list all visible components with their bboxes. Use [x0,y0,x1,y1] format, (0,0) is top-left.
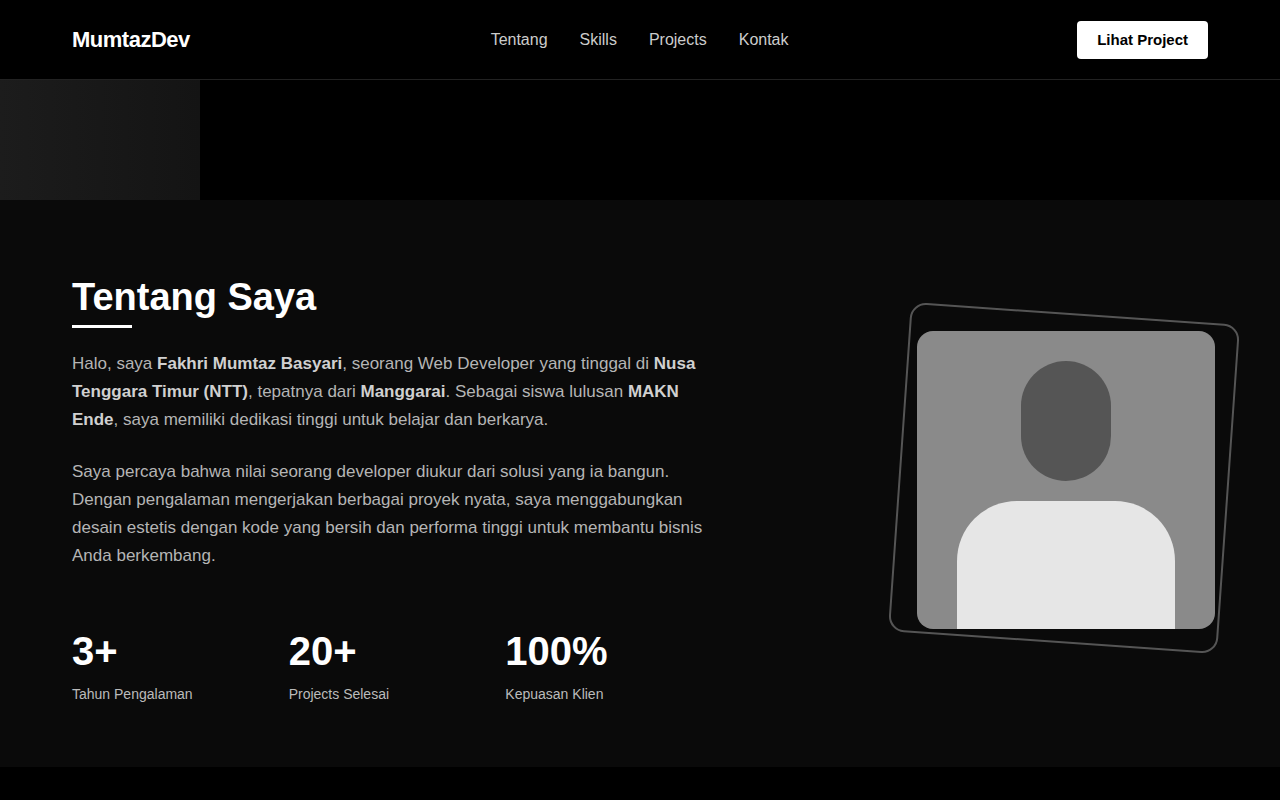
page: MumtazDev Tentang Skills Projects Kontak Li… [0,0,1280,800]
stat-value: 100% [505,628,722,674]
nav-link[interactable]: Projects [649,31,707,49]
stat-value: 3+ [72,628,289,674]
title-underline [72,325,132,328]
logo[interactable]: MumtazDev [72,27,372,53]
stat: 3+ Tahun Pengalaman [72,628,289,702]
photo-wrap [917,331,1215,629]
nav-link[interactable]: Skills [580,31,617,49]
cta-button[interactable]: Lihat Project [1077,21,1208,59]
header: MumtazDev Tentang Skills Projects Kontak Li… [0,0,1280,80]
nav-link[interactable]: Tentang [491,31,548,49]
stat-label: Tahun Pengalaman [72,686,289,702]
stats: 3+ Tahun Pengalaman20+ Projects Selesai1… [72,628,722,702]
profile-photo [917,331,1215,629]
nav-link[interactable]: Kontak [739,31,789,49]
about-paragraph: Halo, saya Fakhri Mumtaz Basyari, seoran… [72,350,722,434]
stat-label: Projects Selesai [289,686,506,702]
stat-value: 20+ [289,628,506,674]
about-title: Tentang Saya [72,275,722,319]
stat-label: Kepuasan Klien [505,686,722,702]
band-block [0,80,200,200]
stat: 20+ Projects Selesai [289,628,506,702]
about-text: Tentang Saya Halo, saya Fakhri Mumtaz Ba… [72,265,722,702]
nav: Tentang Skills Projects Kontak [372,31,1077,49]
about-section: Tentang Saya Halo, saya Fakhri Mumtaz Ba… [0,200,1280,767]
stat: 100% Kepuasan Klien [505,628,722,702]
hero-band [0,80,1280,200]
about-paragraph: Saya percaya bahwa nilai seorang develop… [72,458,722,570]
footer-band [0,767,1280,800]
